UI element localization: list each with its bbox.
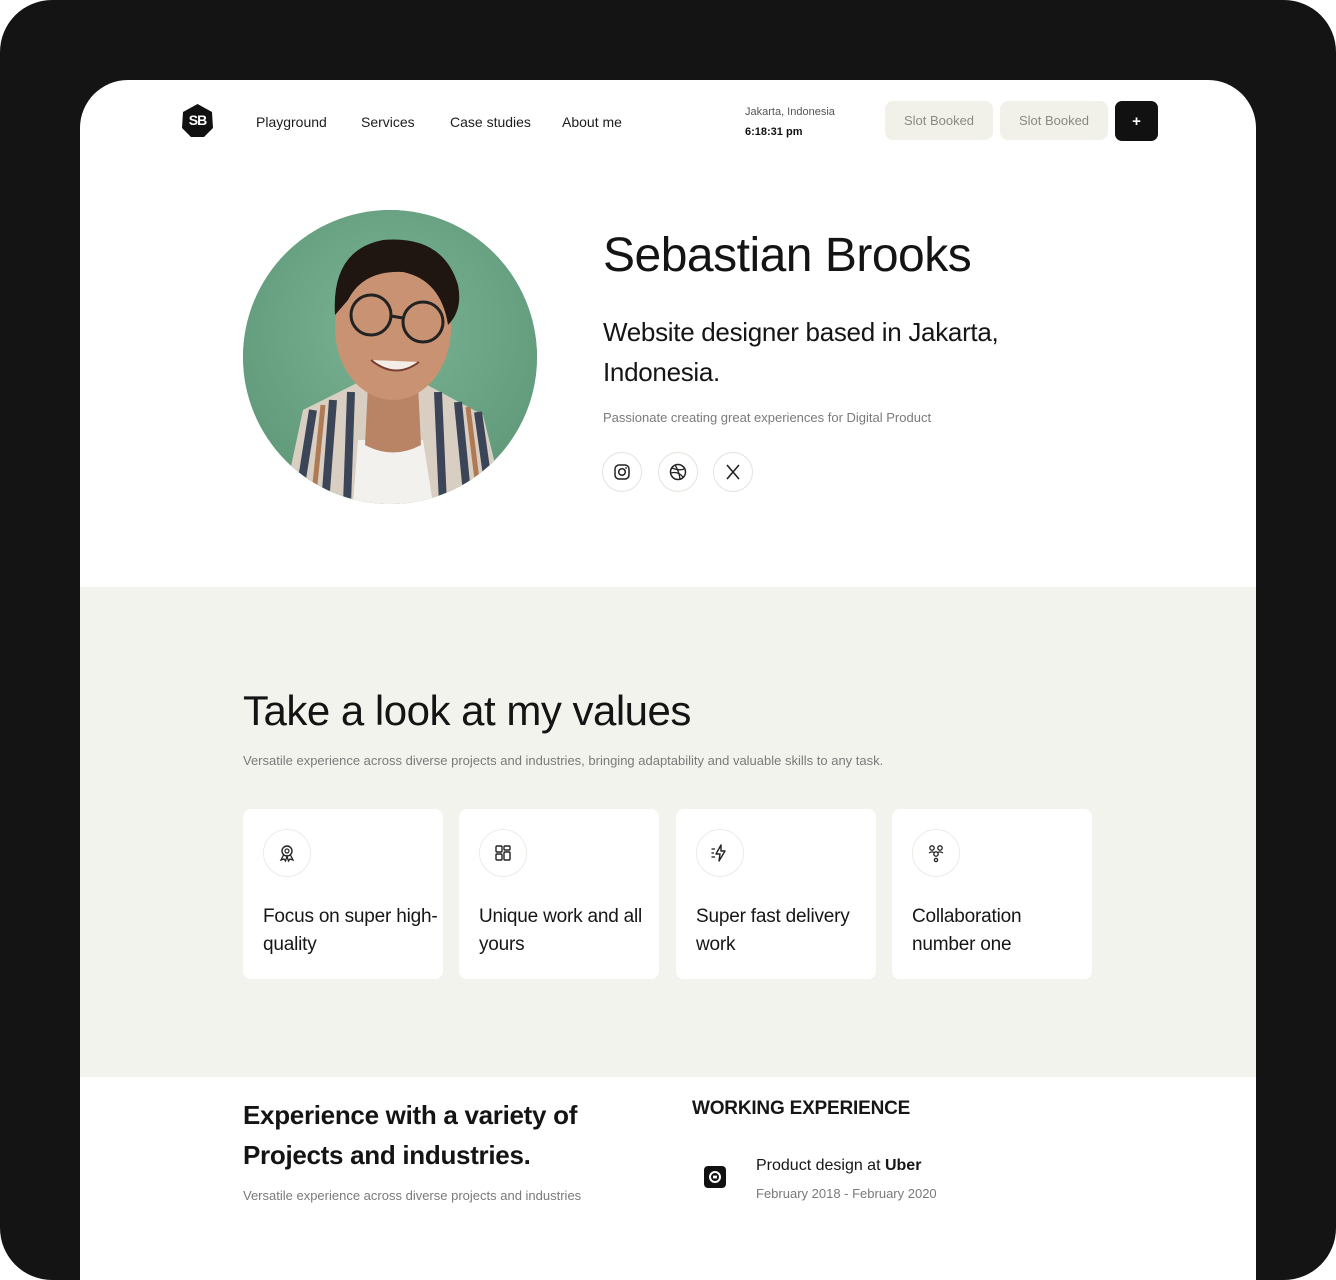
job-company: Uber: [884, 1157, 922, 1174]
location-label: Jakarta, Indonesia: [745, 106, 835, 118]
value-card-text: Focus on super high-quality: [263, 906, 438, 955]
instagram-icon: [614, 464, 630, 480]
team-icon: [928, 845, 944, 863]
local-time: 6:18:31 pm: [745, 126, 803, 138]
grid-icon: [495, 845, 511, 861]
values-title: Take a look at my values: [243, 687, 691, 734]
job-role-text: Product design at: [756, 1157, 885, 1174]
values-subtitle: Versatile experience across diverse proj…: [243, 753, 884, 768]
value-card-text: Super fast delivery work: [696, 906, 850, 955]
slot-booked-button-1[interactable]: Slot Booked: [885, 101, 993, 140]
value-card: Focus on super high-quality: [243, 809, 443, 979]
value-card-text: Unique work and all yours: [479, 906, 643, 955]
lightning-icon: [711, 844, 726, 862]
hero-tagline: Website designer based in Jakarta, Indon…: [603, 317, 999, 387]
avatar: [243, 210, 537, 504]
value-card-text: Collaboration number one: [912, 906, 1022, 955]
experience-title: Experience with a variety of Projects an…: [243, 1100, 578, 1170]
logo[interactable]: SB: [180, 103, 215, 138]
dribbble-button[interactable]: [658, 452, 698, 492]
hero-subtitle: Passionate creating great experiences fo…: [603, 410, 932, 425]
nav-link-case-studies[interactable]: Case studies: [450, 114, 531, 130]
page-screen: SB Playground Services Case studies Abou…: [80, 80, 1256, 1280]
x-button[interactable]: [713, 452, 753, 492]
dribbble-icon: [669, 463, 687, 481]
values-section: Take a look at my values Versatile exper…: [80, 587, 1256, 1077]
job-dates: February 2018 - February 2020: [756, 1186, 937, 1201]
instagram-button[interactable]: [602, 452, 642, 492]
plus-button[interactable]: +: [1115, 101, 1158, 141]
value-card: Super fast delivery work: [676, 809, 876, 979]
logo-text: SB: [188, 112, 207, 128]
award-icon: [279, 845, 295, 863]
uber-icon: [709, 1171, 721, 1183]
x-icon: [726, 464, 740, 480]
portrait-image: [243, 210, 537, 504]
uber-logo: [704, 1166, 726, 1188]
device-frame: SB Playground Services Case studies Abou…: [0, 0, 1336, 1280]
value-card: Collaboration number one: [892, 809, 1092, 979]
hero-name: Sebastian Brooks: [603, 229, 972, 282]
experience-subtitle: Versatile experience across diverse proj…: [243, 1188, 582, 1203]
nav-link-services[interactable]: Services: [361, 114, 415, 130]
top-nav: SB Playground Services Case studies Abou…: [80, 80, 1256, 164]
nav-link-about-me[interactable]: About me: [562, 114, 622, 130]
working-experience-heading: WORKING EXPERIENCE: [692, 1098, 911, 1119]
job-role: Product design at Uber: [756, 1157, 921, 1175]
nav-link-playground[interactable]: Playground: [256, 114, 327, 130]
value-card: Unique work and all yours: [459, 809, 659, 979]
slot-booked-button-2[interactable]: Slot Booked: [1000, 101, 1108, 140]
